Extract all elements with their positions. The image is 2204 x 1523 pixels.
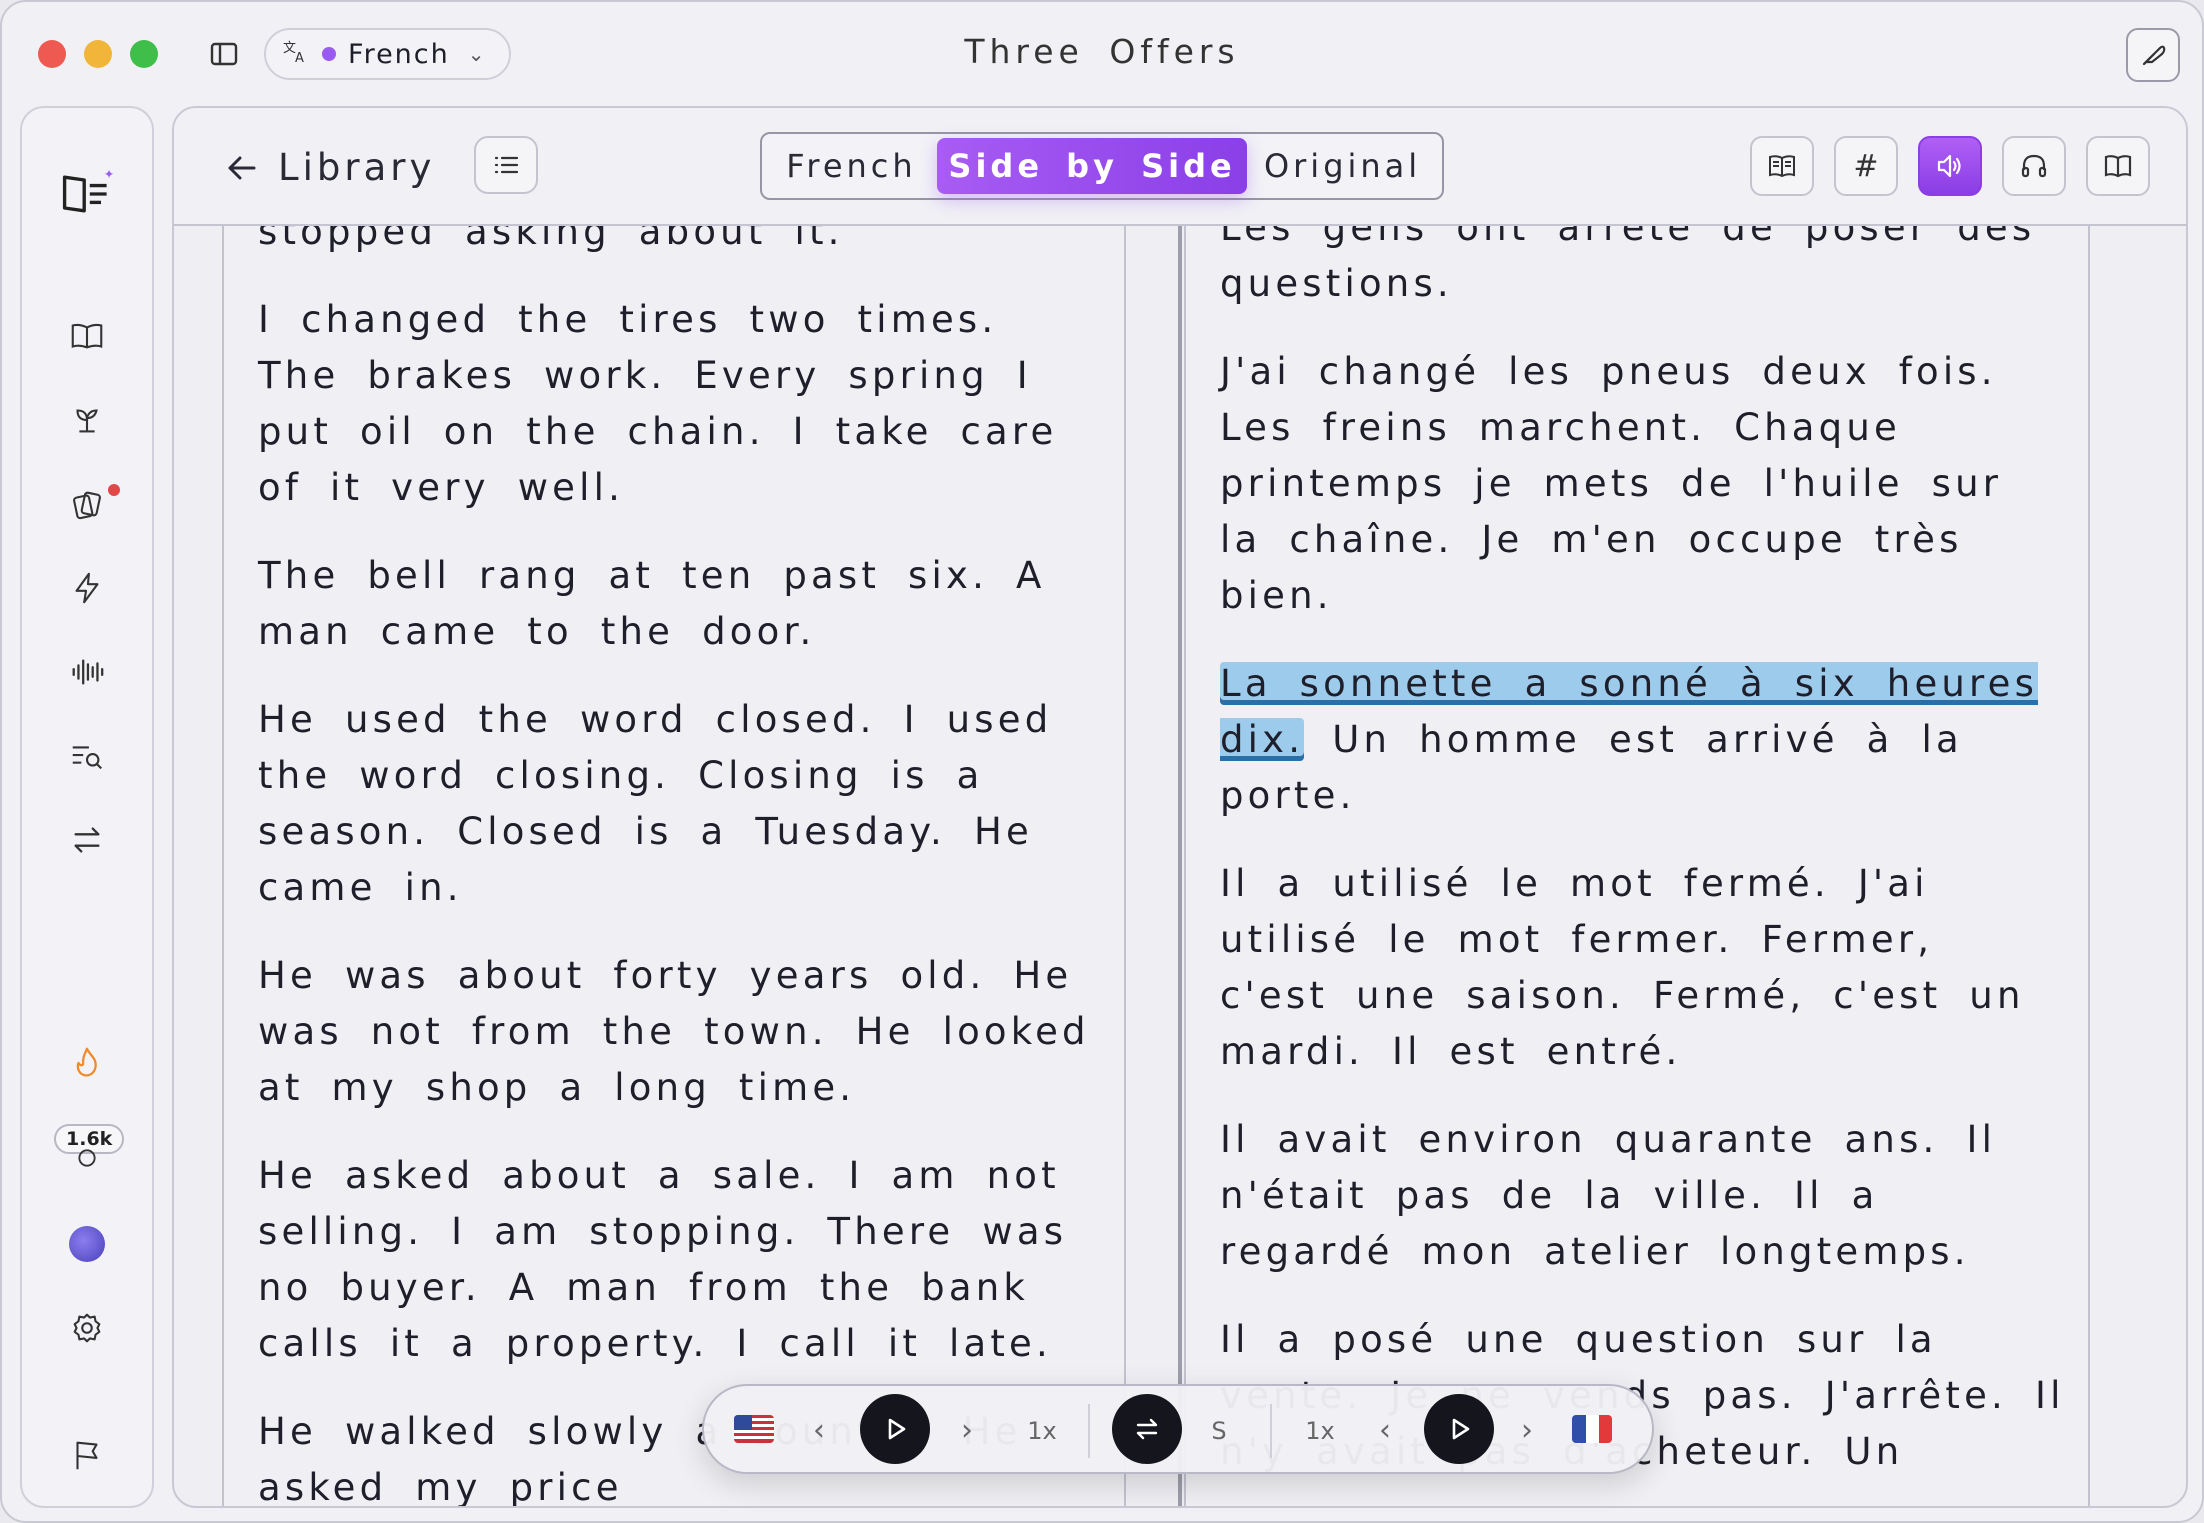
us-flag-icon[interactable] — [734, 1415, 774, 1443]
hash-button[interactable]: # — [1834, 136, 1898, 196]
paragraph[interactable]: He used the word closed. I used the word… — [258, 692, 1104, 916]
sidebar-item-profile[interactable] — [22, 1216, 152, 1272]
sidebar-item-streak[interactable] — [22, 1034, 152, 1090]
view-mode-original[interactable]: Original — [1247, 138, 1438, 194]
view-mode-side-by-side[interactable]: Side by Side — [936, 138, 1248, 194]
book-open-icon — [71, 323, 103, 349]
hash-icon: # — [1853, 148, 1879, 184]
sidebar-item-reader[interactable]: ✦ — [22, 166, 152, 222]
paragraph[interactable]: The bell rang at ten past six. A man cam… — [258, 548, 1104, 660]
list-icon — [494, 156, 519, 174]
swap-button[interactable] — [1112, 1394, 1182, 1464]
title-bar: 文A French ⌄ Three Offers — [2, 2, 2202, 106]
sidebar: ✦ 1.6k — [20, 106, 154, 1508]
view-mode-toggle: French Side by Side Original — [760, 132, 1444, 200]
back-to-library-link[interactable]: Library — [224, 146, 435, 189]
previous-left-button[interactable]: ‹ — [804, 1410, 834, 1450]
speaker-button[interactable] — [1918, 136, 1982, 196]
headphones-button[interactable] — [2002, 136, 2066, 196]
sidebar-item-report[interactable] — [22, 1428, 152, 1484]
sentence[interactable]: Un homme est arrivé à la porte. — [1220, 718, 1963, 817]
fr-flag-icon[interactable] — [1572, 1415, 1612, 1443]
window-title: Three Offers — [964, 32, 1240, 71]
pane-divider[interactable] — [1178, 226, 1182, 1506]
sidebar-item-goal[interactable] — [22, 1120, 152, 1167]
sidebar-item-settings[interactable] — [22, 1300, 152, 1356]
left-speed-button[interactable]: 1x — [1022, 1414, 1062, 1448]
next-right-button[interactable]: › — [1512, 1410, 1542, 1450]
paragraph[interactable]: He was about forty years old. He was not… — [258, 948, 1104, 1116]
book-lines-icon — [1769, 155, 1795, 178]
svg-text:✦: ✦ — [104, 167, 115, 182]
chevron-left-icon: ‹ — [1379, 1412, 1391, 1448]
right-speed-button[interactable]: 1x — [1300, 1414, 1340, 1448]
player-separator — [1088, 1404, 1090, 1458]
original-text-pane[interactable]: stopped asking about it. I changed the t… — [222, 226, 1126, 1506]
paragraph-current[interactable]: La sonnette a sonné à six heures dix. Un… — [1220, 656, 2068, 824]
reader-tools: # — [1750, 136, 2150, 196]
reader-logo-icon: ✦ — [62, 167, 115, 213]
sidebar-item-search[interactable] — [22, 728, 152, 784]
headphones-icon — [2021, 154, 2047, 178]
translation-text-pane[interactable]: Les gens ont arrêté de poser des questio… — [1184, 226, 2090, 1506]
swap-arrows-icon — [74, 827, 100, 853]
sidebar-item-library[interactable] — [22, 308, 152, 364]
dictionary-button[interactable] — [1750, 136, 1814, 196]
reader-panel: Library French Side by Side Original # s… — [172, 106, 2188, 1508]
app-window: 文A French ⌄ Three Offers ✦ 1.6k Library … — [0, 0, 2204, 1523]
view-mode-french[interactable]: French — [766, 138, 937, 194]
sidebar-item-quick[interactable] — [22, 560, 152, 616]
book-button[interactable] — [2086, 136, 2150, 196]
paragraph[interactable]: I changed the tires two times. The brake… — [258, 292, 1104, 516]
chevron-left-icon: ‹ — [813, 1412, 825, 1448]
notification-dot — [108, 484, 120, 496]
chevron-right-icon: › — [1521, 1412, 1533, 1448]
audio-player-bar: ‹ › 1x S 1x ‹ › — [702, 1384, 1654, 1474]
gear-icon — [73, 1313, 101, 1343]
reader-toolbar: Library French Side by Side Original # — [174, 108, 2186, 226]
feather-icon — [2142, 45, 2166, 66]
sidebar-item-swap[interactable] — [22, 812, 152, 868]
play-left-button[interactable] — [860, 1394, 930, 1464]
feather-button[interactable] — [2126, 28, 2180, 82]
original-text: stopped asking about it. I changed the t… — [258, 226, 1104, 1506]
sidebar-item-growth[interactable] — [22, 392, 152, 448]
sprout-icon — [76, 409, 98, 433]
play-icon — [1452, 1418, 1470, 1440]
speaker-icon — [1937, 154, 1961, 178]
next-left-button[interactable]: › — [952, 1410, 982, 1450]
play-right-button[interactable] — [1424, 1394, 1494, 1464]
player-separator — [1270, 1404, 1272, 1458]
lightning-icon — [75, 572, 99, 604]
waveform-icon — [72, 659, 104, 685]
goal-icon — [78, 1149, 96, 1167]
contents-button[interactable] — [474, 136, 538, 194]
flame-icon — [76, 1047, 97, 1077]
book-icon — [2104, 155, 2132, 178]
sidebar-item-flashcards[interactable] — [22, 476, 152, 532]
translation-text: Les gens ont arrêté de poser des questio… — [1220, 226, 2068, 1506]
paragraph[interactable]: J'ai changé les pneus deux fois. Les fre… — [1220, 344, 2068, 624]
back-label: Library — [278, 146, 436, 189]
list-search-icon — [72, 746, 102, 770]
previous-right-button[interactable]: ‹ — [1370, 1410, 1400, 1450]
paragraph[interactable]: He asked about a sale. I am not selling.… — [258, 1148, 1104, 1372]
paragraph[interactable]: stopped asking about it. — [258, 226, 1104, 260]
globe-avatar-icon — [69, 1226, 105, 1262]
flag-icon — [76, 1441, 98, 1470]
sync-button[interactable]: S — [1204, 1414, 1234, 1448]
play-icon — [888, 1418, 906, 1440]
paragraph[interactable]: Il avait environ quarante ans. Il n'étai… — [1220, 1112, 2068, 1280]
chevron-right-icon: › — [961, 1412, 973, 1448]
paragraph[interactable]: Il a utilisé le mot fermé. J'ai utilisé … — [1220, 856, 2068, 1080]
swap-arrows-icon — [1136, 1418, 1158, 1440]
arrow-left-icon — [228, 156, 256, 179]
sidebar-item-audio[interactable] — [22, 644, 152, 700]
cards-icon — [73, 491, 101, 520]
paragraph[interactable]: Les gens ont arrêté de poser des questio… — [1220, 226, 2068, 312]
